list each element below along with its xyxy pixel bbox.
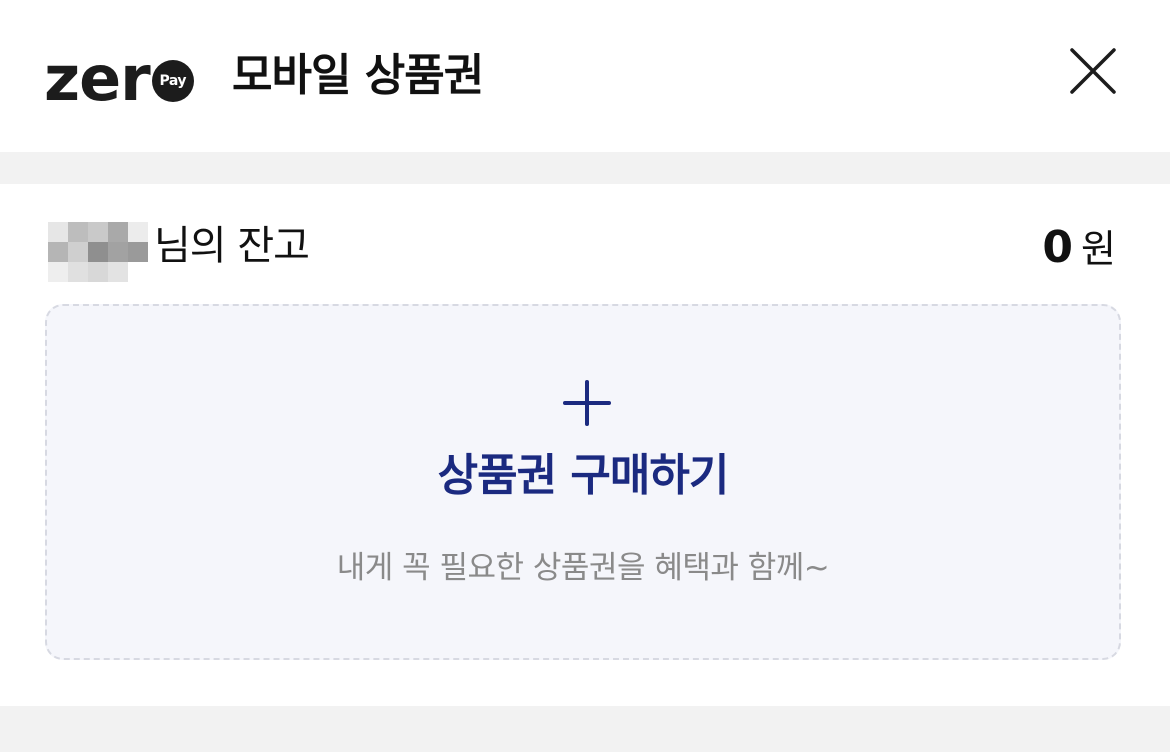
purchase-description: 내게 꼭 필요한 상품권을 혜택과 함께~	[336, 550, 830, 586]
purchase-gift-card-button[interactable]: 상품권 구매하기 내게 꼭 필요한 상품권을 혜택과 함께~	[45, 304, 1121, 660]
plus-icon	[563, 380, 611, 426]
balance-card: 님의 잔고 0 원 상품권 구매하기 내게 꼭 필요한 상품권을 혜택과 함께~	[0, 184, 1170, 706]
pay-badge-icon: Pay	[151, 60, 194, 102]
close-icon	[1070, 48, 1116, 94]
balance-label: 님의 잔고	[154, 223, 310, 269]
logo-badge-text: Pay	[159, 73, 186, 89]
balance-amount: 0	[1042, 222, 1074, 273]
zeropay-logo: zer Pay	[44, 44, 194, 114]
balance-value: 0 원	[1042, 222, 1116, 275]
purchase-title: 상품권 구매하기	[437, 450, 730, 501]
close-button[interactable]	[1066, 44, 1120, 98]
blurred-username	[48, 222, 148, 282]
balance-unit: 원	[1081, 227, 1116, 271]
page-title: 모바일 상품권	[232, 50, 484, 101]
header: zer Pay 모바일 상품권	[0, 0, 1170, 152]
logo-text: zer	[44, 42, 151, 115]
